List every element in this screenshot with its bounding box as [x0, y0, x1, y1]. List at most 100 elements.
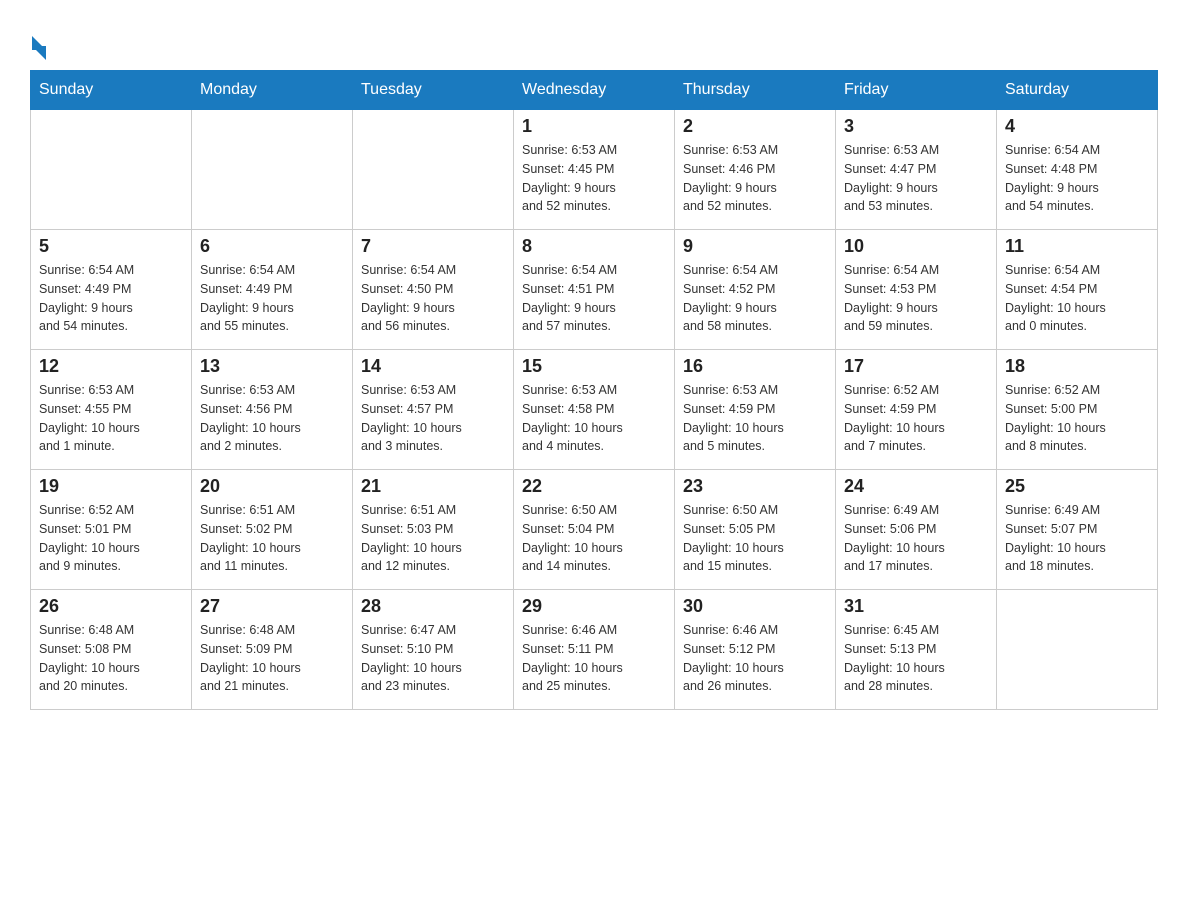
day-number: 28: [361, 596, 505, 617]
calendar-cell: 30 Sunrise: 6:46 AM Sunset: 5:12 PM Dayli…: [675, 590, 836, 710]
day-info: Sunrise: 6:48 AM Sunset: 5:09 PM Dayligh…: [200, 621, 344, 696]
weekday-header-saturday: Saturday: [997, 71, 1158, 110]
calendar-cell: 4 Sunrise: 6:54 AM Sunset: 4:48 PM Daylig…: [997, 110, 1158, 230]
day-number: 16: [683, 356, 827, 377]
day-info: Sunrise: 6:46 AM Sunset: 5:11 PM Dayligh…: [522, 621, 666, 696]
day-info: Sunrise: 6:53 AM Sunset: 4:59 PM Dayligh…: [683, 381, 827, 456]
weekday-header-tuesday: Tuesday: [353, 71, 514, 110]
calendar-cell: 26 Sunrise: 6:48 AM Sunset: 5:08 PM Dayli…: [31, 590, 192, 710]
day-number: 20: [200, 476, 344, 497]
weekday-header-friday: Friday: [836, 71, 997, 110]
calendar-week-5: 26 Sunrise: 6:48 AM Sunset: 5:08 PM Dayli…: [31, 590, 1158, 710]
calendar-cell: 19Sunrise: 6:52 AM Sunset: 5:01 PM Dayli…: [31, 470, 192, 590]
calendar-cell: 1Sunrise: 6:53 AM Sunset: 4:45 PM Daylig…: [514, 110, 675, 230]
day-number: 6: [200, 236, 344, 257]
calendar-cell: 17 Sunrise: 6:52 AM Sunset: 4:59 PM Dayli…: [836, 350, 997, 470]
calendar-cell: 7 Sunrise: 6:54 AM Sunset: 4:50 PM Daylig…: [353, 230, 514, 350]
logo: [30, 30, 46, 60]
day-info: Sunrise: 6:54 AM Sunset: 4:52 PM Dayligh…: [683, 261, 827, 336]
day-number: 11: [1005, 236, 1149, 257]
day-info: Sunrise: 6:48 AM Sunset: 5:08 PM Dayligh…: [39, 621, 183, 696]
day-info: Sunrise: 6:50 AM Sunset: 5:04 PM Dayligh…: [522, 501, 666, 576]
calendar-cell: 3 Sunrise: 6:53 AM Sunset: 4:47 PM Daylig…: [836, 110, 997, 230]
day-info: Sunrise: 6:53 AM Sunset: 4:58 PM Dayligh…: [522, 381, 666, 456]
day-number: 4: [1005, 116, 1149, 137]
calendar-cell: 23 Sunrise: 6:50 AM Sunset: 5:05 PM Dayli…: [675, 470, 836, 590]
day-number: 15: [522, 356, 666, 377]
day-number: 31: [844, 596, 988, 617]
day-number: 18: [1005, 356, 1149, 377]
day-info: Sunrise: 6:54 AM Sunset: 4:53 PM Dayligh…: [844, 261, 988, 336]
day-info: Sunrise: 6:54 AM Sunset: 4:50 PM Dayligh…: [361, 261, 505, 336]
calendar-cell: 2 Sunrise: 6:53 AM Sunset: 4:46 PM Daylig…: [675, 110, 836, 230]
calendar-cell: 13 Sunrise: 6:53 AM Sunset: 4:56 PM Dayli…: [192, 350, 353, 470]
day-info: Sunrise: 6:47 AM Sunset: 5:10 PM Dayligh…: [361, 621, 505, 696]
calendar-cell: 10 Sunrise: 6:54 AM Sunset: 4:53 PM Dayli…: [836, 230, 997, 350]
page-header: [30, 20, 1158, 60]
calendar-week-2: 5 Sunrise: 6:54 AM Sunset: 4:49 PM Daylig…: [31, 230, 1158, 350]
calendar-cell: [31, 110, 192, 230]
day-number: 25: [1005, 476, 1149, 497]
calendar-cell: 12 Sunrise: 6:53 AM Sunset: 4:55 PM Dayli…: [31, 350, 192, 470]
day-number: 29: [522, 596, 666, 617]
day-info: Sunrise: 6:53 AM Sunset: 4:55 PM Dayligh…: [39, 381, 183, 456]
calendar-cell: 22 Sunrise: 6:50 AM Sunset: 5:04 PM Dayli…: [514, 470, 675, 590]
calendar-cell: 6 Sunrise: 6:54 AM Sunset: 4:49 PM Daylig…: [192, 230, 353, 350]
day-info: Sunrise: 6:50 AM Sunset: 5:05 PM Dayligh…: [683, 501, 827, 576]
calendar-cell: 24 Sunrise: 6:49 AM Sunset: 5:06 PM Dayli…: [836, 470, 997, 590]
day-info: Sunrise: 6:49 AM Sunset: 5:06 PM Dayligh…: [844, 501, 988, 576]
day-info: Sunrise: 6:52 AM Sunset: 4:59 PM Dayligh…: [844, 381, 988, 456]
calendar-cell: [353, 110, 514, 230]
day-info: Sunrise: 6:53 AM Sunset: 4:57 PM Dayligh…: [361, 381, 505, 456]
weekday-header-sunday: Sunday: [31, 71, 192, 110]
calendar-cell: 9Sunrise: 6:54 AM Sunset: 4:52 PM Daylig…: [675, 230, 836, 350]
day-info: Sunrise: 6:54 AM Sunset: 4:48 PM Dayligh…: [1005, 141, 1149, 216]
weekday-header-wednesday: Wednesday: [514, 71, 675, 110]
calendar-cell: 25 Sunrise: 6:49 AM Sunset: 5:07 PM Dayli…: [997, 470, 1158, 590]
calendar-week-4: 19Sunrise: 6:52 AM Sunset: 5:01 PM Dayli…: [31, 470, 1158, 590]
day-info: Sunrise: 6:53 AM Sunset: 4:56 PM Dayligh…: [200, 381, 344, 456]
day-info: Sunrise: 6:53 AM Sunset: 4:47 PM Dayligh…: [844, 141, 988, 216]
calendar-cell: 18 Sunrise: 6:52 AM Sunset: 5:00 PM Dayli…: [997, 350, 1158, 470]
day-info: Sunrise: 6:53 AM Sunset: 4:46 PM Dayligh…: [683, 141, 827, 216]
day-info: Sunrise: 6:46 AM Sunset: 5:12 PM Dayligh…: [683, 621, 827, 696]
day-info: Sunrise: 6:49 AM Sunset: 5:07 PM Dayligh…: [1005, 501, 1149, 576]
weekday-header-thursday: Thursday: [675, 71, 836, 110]
day-number: 17: [844, 356, 988, 377]
day-info: Sunrise: 6:52 AM Sunset: 5:00 PM Dayligh…: [1005, 381, 1149, 456]
calendar-cell: 11 Sunrise: 6:54 AM Sunset: 4:54 PM Dayli…: [997, 230, 1158, 350]
day-info: Sunrise: 6:54 AM Sunset: 4:49 PM Dayligh…: [39, 261, 183, 336]
day-info: Sunrise: 6:54 AM Sunset: 4:54 PM Dayligh…: [1005, 261, 1149, 336]
day-number: 3: [844, 116, 988, 137]
day-info: Sunrise: 6:54 AM Sunset: 4:49 PM Dayligh…: [200, 261, 344, 336]
calendar-cell: 21 Sunrise: 6:51 AM Sunset: 5:03 PM Dayli…: [353, 470, 514, 590]
calendar-table: SundayMondayTuesdayWednesdayThursdayFrid…: [30, 70, 1158, 710]
day-number: 10: [844, 236, 988, 257]
calendar-week-3: 12 Sunrise: 6:53 AM Sunset: 4:55 PM Dayli…: [31, 350, 1158, 470]
day-number: 12: [39, 356, 183, 377]
day-number: 24: [844, 476, 988, 497]
day-number: 26: [39, 596, 183, 617]
calendar-week-1: 1Sunrise: 6:53 AM Sunset: 4:45 PM Daylig…: [31, 110, 1158, 230]
day-info: Sunrise: 6:51 AM Sunset: 5:03 PM Dayligh…: [361, 501, 505, 576]
day-number: 27: [200, 596, 344, 617]
day-number: 14: [361, 356, 505, 377]
calendar-cell: 29 Sunrise: 6:46 AM Sunset: 5:11 PM Dayli…: [514, 590, 675, 710]
day-number: 30: [683, 596, 827, 617]
calendar-cell: [192, 110, 353, 230]
day-number: 1: [522, 116, 666, 137]
calendar-cell: 14 Sunrise: 6:53 AM Sunset: 4:57 PM Dayli…: [353, 350, 514, 470]
day-number: 23: [683, 476, 827, 497]
day-number: 7: [361, 236, 505, 257]
calendar-cell: 16 Sunrise: 6:53 AM Sunset: 4:59 PM Dayli…: [675, 350, 836, 470]
day-info: Sunrise: 6:45 AM Sunset: 5:13 PM Dayligh…: [844, 621, 988, 696]
weekday-header-row: SundayMondayTuesdayWednesdayThursdayFrid…: [31, 71, 1158, 110]
day-number: 22: [522, 476, 666, 497]
calendar-cell: 15 Sunrise: 6:53 AM Sunset: 4:58 PM Dayli…: [514, 350, 675, 470]
day-number: 2: [683, 116, 827, 137]
day-number: 13: [200, 356, 344, 377]
day-number: 21: [361, 476, 505, 497]
day-info: Sunrise: 6:51 AM Sunset: 5:02 PM Dayligh…: [200, 501, 344, 576]
calendar-cell: 8Sunrise: 6:54 AM Sunset: 4:51 PM Daylig…: [514, 230, 675, 350]
day-number: 5: [39, 236, 183, 257]
